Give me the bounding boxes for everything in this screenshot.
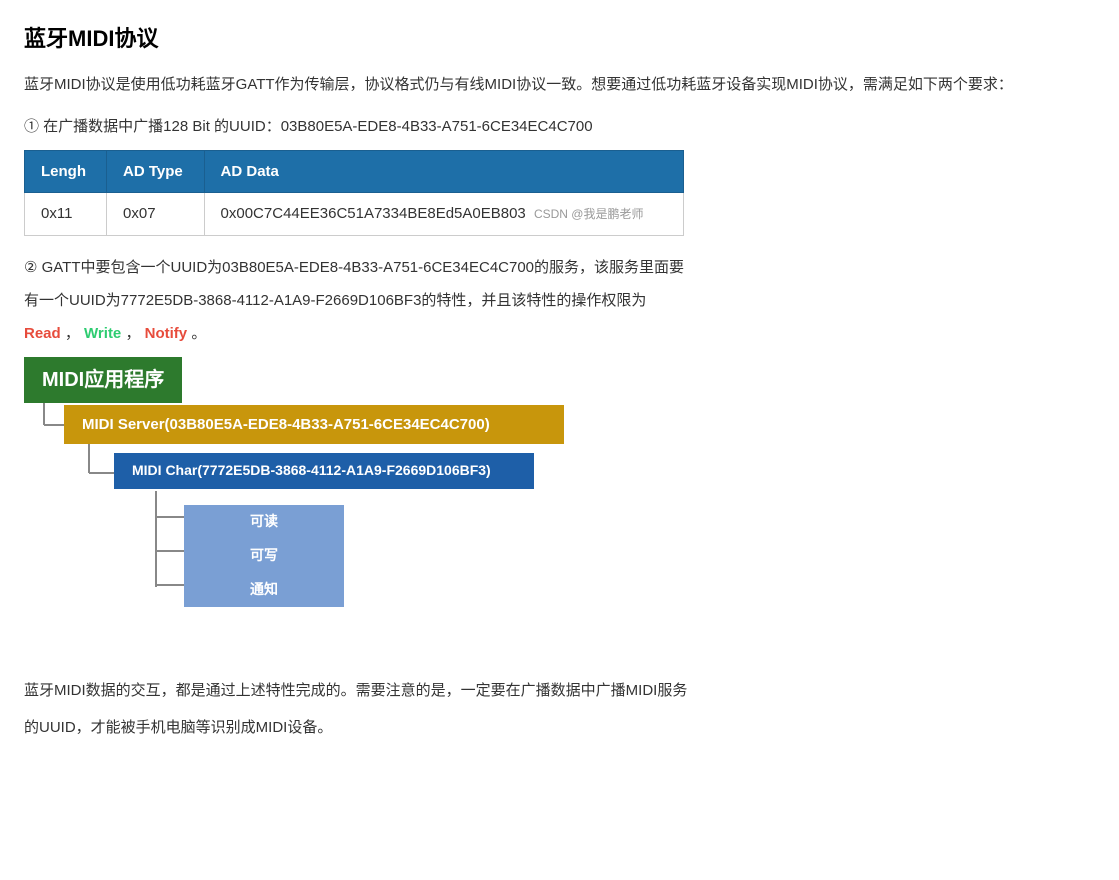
comma2: ， xyxy=(125,325,140,342)
table-header-adtype: AD Type xyxy=(107,150,205,193)
table-cell-adtype: 0x07 xyxy=(107,193,205,236)
perm-read-block: 可读 xyxy=(184,505,344,539)
keyword-write: Write xyxy=(84,325,121,342)
comma1: ， xyxy=(65,325,80,342)
uuid-table: Lengh AD Type AD Data 0x11 0x07 0x00C7C4… xyxy=(24,150,684,236)
keyword-read: Read xyxy=(24,325,61,342)
footer-line2: 的UUID，才能被手机电脑等识别成MIDI设备。 xyxy=(24,714,1095,741)
period: 。 xyxy=(191,325,206,342)
perm-notify-block: 通知 xyxy=(184,573,344,607)
section2-line2: 有一个UUID为7772E5DB-3868-4112-A1A9-F2669D10… xyxy=(24,287,1095,314)
page-title: 蓝牙MIDI协议 xyxy=(24,20,1095,57)
section1-label: ① 在广播数据中广播128 Bit 的UUID：03B80E5A-EDE8-4B… xyxy=(24,114,1095,140)
section2-line3: Read ， Write ， Notify 。 xyxy=(24,320,1095,347)
section2-line1: ② GATT中要包含一个UUID为03B80E5A-EDE8-4B33-A751… xyxy=(24,254,1095,281)
midi-char-block: MIDI Char(7772E5DB-3868-4112-A1A9-F2669D… xyxy=(114,453,534,489)
watermark: CSDN @我是鹏老师 xyxy=(534,207,644,221)
midi-app-label: MIDI应用程序 xyxy=(24,357,182,403)
table-header-addata: AD Data xyxy=(204,150,683,193)
perm-write-block: 可写 xyxy=(184,539,344,573)
midi-diagram: MIDI应用程序 MIDI Server(03B80E5A-EDE8-4B33-… xyxy=(24,357,704,657)
intro-text: 蓝牙MIDI协议是使用低功耗蓝牙GATT作为传输层，协议格式仍与有线MIDI协议… xyxy=(24,71,1095,98)
midi-server-block: MIDI Server(03B80E5A-EDE8-4B33-A751-6CE3… xyxy=(64,405,564,445)
keyword-notify: Notify xyxy=(145,325,188,342)
table-cell-addata: 0x00C7C44EE36C51A7334BE8Ed5A0EB803 CSDN … xyxy=(204,193,683,236)
table-row: 0x11 0x07 0x00C7C44EE36C51A7334BE8Ed5A0E… xyxy=(25,193,684,236)
table-header-length: Lengh xyxy=(25,150,107,193)
footer-line1: 蓝牙MIDI数据的交互，都是通过上述特性完成的。需要注意的是，一定要在广播数据中… xyxy=(24,677,1095,704)
table-cell-length: 0x11 xyxy=(25,193,107,236)
